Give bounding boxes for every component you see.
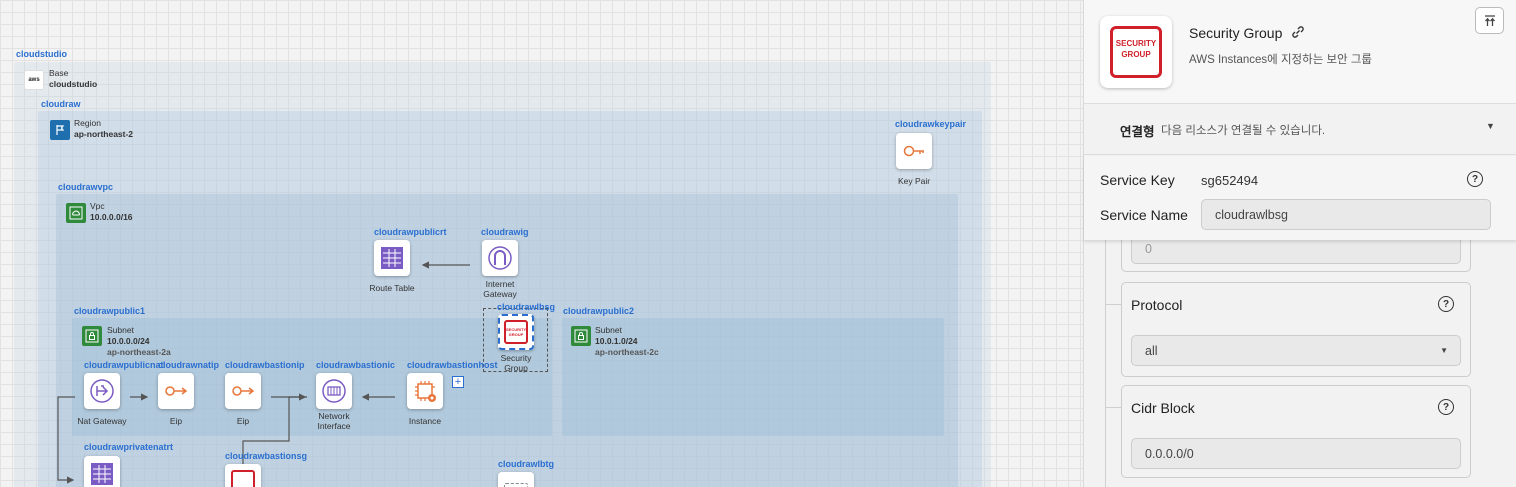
cidr-input[interactable]: 0.0.0.0/0 bbox=[1131, 438, 1461, 469]
properties-panel: SECURITY GROUP Security Group AWS Instanc… bbox=[1083, 0, 1516, 487]
service-name-field[interactable]: cloudrawlbsg bbox=[1201, 199, 1491, 230]
nat-gateway-node[interactable] bbox=[84, 373, 120, 409]
security-group-icon bbox=[231, 470, 255, 487]
service-key-value: sg652494 bbox=[1201, 173, 1259, 188]
network-interface-node[interactable] bbox=[316, 373, 352, 409]
key-pair-node[interactable] bbox=[896, 133, 932, 169]
link-icon[interactable] bbox=[1290, 24, 1306, 40]
panel-title: Security Group bbox=[1189, 24, 1306, 41]
nat-gateway-icon bbox=[90, 379, 114, 403]
route-table-icon bbox=[381, 247, 403, 269]
diagram-canvas[interactable]: cloudstudio aws Base cloudstudio cloudra… bbox=[0, 0, 1083, 487]
route-table-icon bbox=[91, 463, 113, 485]
node-label-instance: Instance bbox=[408, 416, 442, 426]
node-label-nat-eip: Eip bbox=[169, 416, 183, 426]
node-name-lbsg: cloudrawlbsg bbox=[497, 302, 556, 312]
help-icon[interactable]: ? bbox=[1438, 399, 1454, 415]
cidr-label: Cidr Block bbox=[1131, 400, 1195, 416]
service-info-section: Service Key sg652494 ? Service Name clou… bbox=[1084, 156, 1516, 240]
node-label-network-interface: Network Interface bbox=[317, 411, 351, 431]
security-group-icon: SECURITY GROUP bbox=[504, 320, 528, 344]
collapse-top-icon bbox=[1484, 14, 1495, 26]
nat-eip-node[interactable] bbox=[158, 373, 194, 409]
chevron-down-icon[interactable]: ▼ bbox=[1486, 121, 1495, 131]
node-name-privatenatrt: cloudrawprivatenatrt bbox=[84, 442, 174, 452]
tree-branch bbox=[1105, 407, 1121, 408]
help-icon[interactable]: ? bbox=[1467, 171, 1483, 187]
node-label-nat-gateway: Nat Gateway bbox=[77, 416, 127, 426]
node-label-keypair: Key Pair bbox=[897, 176, 931, 186]
add-node-button[interactable]: + bbox=[452, 376, 464, 388]
chevron-down-icon: ▼ bbox=[1440, 346, 1448, 355]
internet-gateway-node[interactable] bbox=[482, 240, 518, 276]
node-name-keypair: cloudrawkeypair bbox=[895, 119, 967, 129]
internet-gateway-icon bbox=[488, 246, 512, 270]
collapse-top-button[interactable] bbox=[1475, 7, 1504, 34]
node-name-bastionsg: cloudrawbastionsg bbox=[225, 451, 308, 461]
protocol-select[interactable]: all ▼ bbox=[1131, 335, 1461, 366]
node-name-bastionic: cloudrawbastionic bbox=[316, 360, 396, 370]
connection-desc: 다음 리소스가 연결될 수 있습니다. bbox=[1161, 125, 1326, 137]
elastic-ip-icon bbox=[165, 386, 188, 396]
node-name-natip: cloudrawnatip bbox=[158, 360, 220, 370]
route-table-node[interactable] bbox=[374, 240, 410, 276]
connection-lines bbox=[57, 261, 470, 484]
node-name-bastionip: cloudrawbastionip bbox=[225, 360, 305, 370]
node-name-publicrt: cloudrawpublicrt bbox=[374, 227, 447, 237]
lb-target-group-node[interactable] bbox=[498, 472, 534, 487]
connection-section[interactable]: 연결형 다음 리소스가 연결될 수 있습니다. ▼ bbox=[1084, 105, 1516, 155]
key-icon bbox=[903, 145, 924, 157]
network-interface-icon bbox=[322, 379, 346, 403]
lb-security-group-node[interactable]: SECURITY GROUP bbox=[498, 314, 534, 350]
node-name-natgw: cloudrawpublicnat bbox=[84, 360, 164, 370]
help-icon[interactable]: ? bbox=[1438, 296, 1454, 312]
instance-node[interactable] bbox=[407, 373, 443, 409]
node-name-igw: cloudrawig bbox=[481, 227, 529, 237]
bastion-security-group-node[interactable] bbox=[225, 464, 261, 487]
panel-header: SECURITY GROUP Security Group AWS Instanc… bbox=[1084, 0, 1516, 104]
service-name-label: Service Name bbox=[1100, 207, 1188, 223]
cidr-card: Cidr Block ? 0.0.0.0/0 bbox=[1121, 385, 1471, 478]
protocol-label: Protocol bbox=[1131, 297, 1183, 313]
protocol-card: Protocol ? all ▼ bbox=[1121, 282, 1471, 377]
target-group-icon bbox=[504, 483, 528, 487]
private-route-table-node[interactable] bbox=[84, 456, 120, 487]
tree-branch bbox=[1105, 304, 1121, 305]
service-key-label: Service Key bbox=[1100, 172, 1175, 188]
node-name-lbtg: cloudrawlbtg bbox=[498, 459, 554, 469]
bastion-eip-node[interactable] bbox=[225, 373, 261, 409]
ec2-instance-icon bbox=[415, 381, 436, 402]
node-name-bastionhost: cloudrawbastionhost bbox=[407, 360, 498, 370]
elastic-ip-icon bbox=[232, 386, 255, 396]
node-label-bastion-eip: Eip bbox=[236, 416, 250, 426]
node-label-route-table: Route Table bbox=[369, 283, 415, 293]
security-group-large-icon: SECURITY GROUP bbox=[1100, 16, 1172, 88]
node-label-igw: Internet Gateway bbox=[483, 279, 517, 299]
tree-line bbox=[1105, 240, 1106, 487]
panel-description: AWS Instances에 지정하는 보안 그룹 bbox=[1189, 54, 1372, 66]
connection-type-label: 연결형 bbox=[1120, 125, 1155, 139]
